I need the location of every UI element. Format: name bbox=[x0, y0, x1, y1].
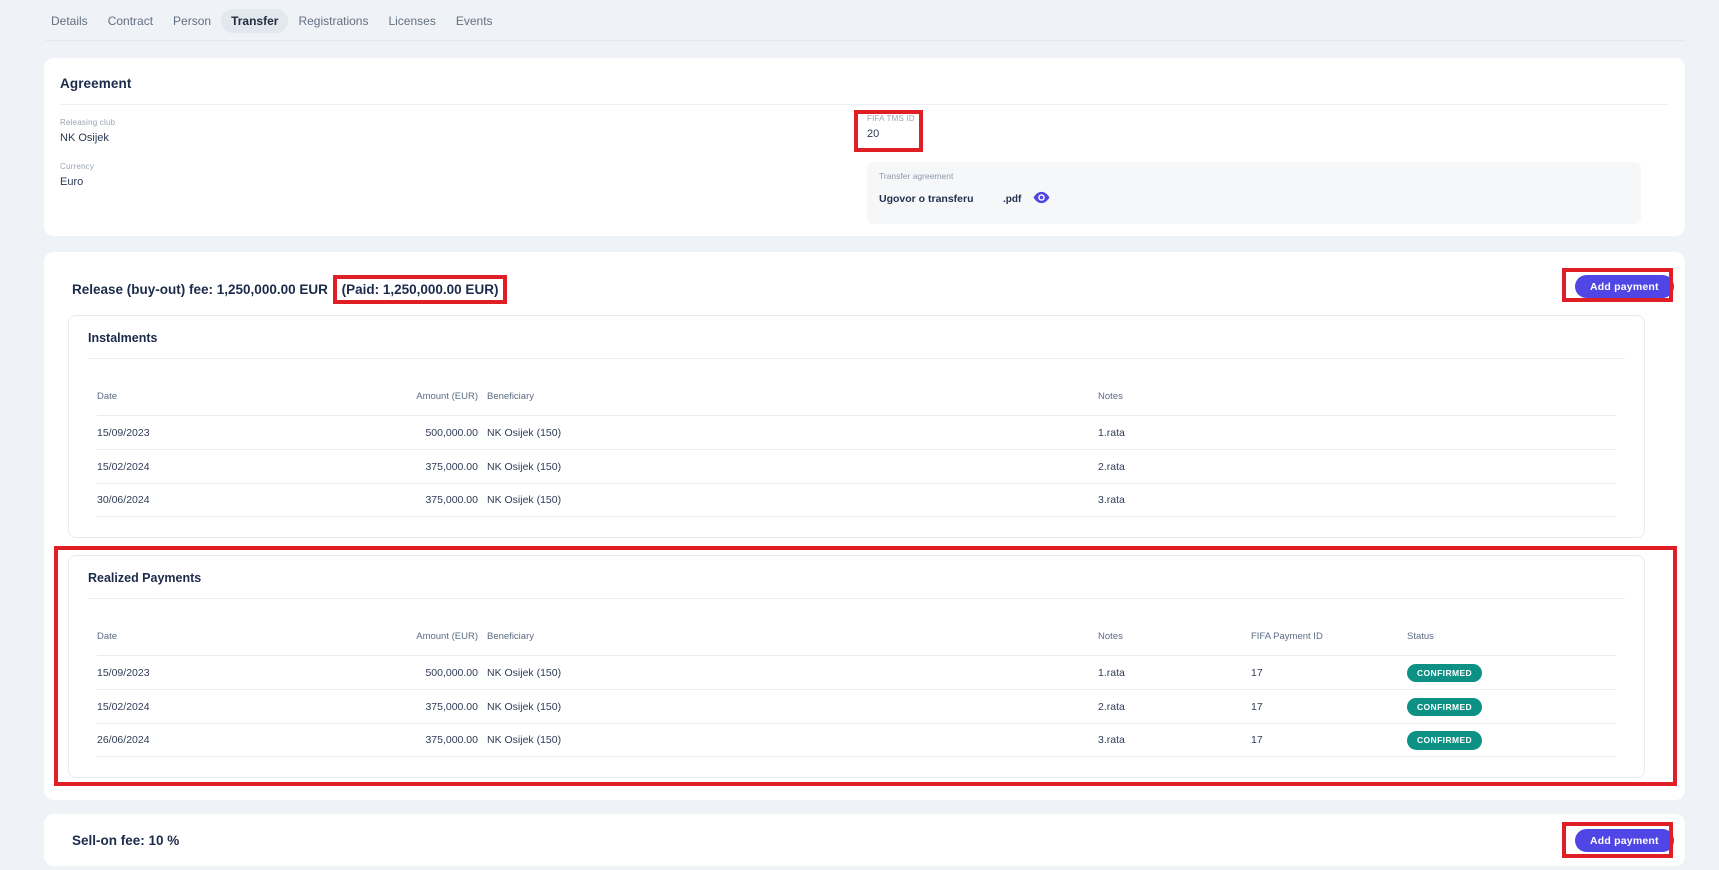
table-row: 15/02/2024 375,000.00 NK Osijek (150) 2.… bbox=[97, 689, 1616, 723]
sell-on-fee-card: Sell-on fee: 10 % Add payment bbox=[44, 814, 1685, 866]
instalments-header-row: Date Amount (EUR) Beneficiary Notes bbox=[97, 359, 1616, 415]
tab-bar: Details Contract Person Transfer Registr… bbox=[0, 0, 1719, 41]
cell-date: 26/06/2024 bbox=[97, 734, 381, 746]
add-payment-button-sellon[interactable]: Add payment bbox=[1575, 829, 1674, 852]
col-notes: Notes bbox=[1098, 631, 1251, 642]
releasing-club-field: Releasing club NK Osijek bbox=[60, 118, 115, 144]
currency-label: Currency bbox=[60, 162, 94, 171]
instalments-table: Date Amount (EUR) Beneficiary Notes 15/0… bbox=[97, 359, 1616, 517]
releasing-club-label: Releasing club bbox=[60, 118, 115, 127]
release-fee-paid: (Paid: 1,250,000.00 EUR) bbox=[333, 275, 508, 304]
col-beneficiary: Beneficiary bbox=[478, 631, 1098, 642]
release-fee-card: Release (buy-out) fee: 1,250,000.00 EUR … bbox=[44, 252, 1685, 800]
cell-fifa-payment-id: 17 bbox=[1251, 701, 1407, 713]
cell-date: 15/09/2023 bbox=[97, 667, 381, 679]
realized-header-row: Date Amount (EUR) Beneficiary Notes FIFA… bbox=[97, 599, 1616, 655]
fifa-tms-id-field: FIFA TMS ID 20 bbox=[867, 114, 915, 140]
status-badge: CONFIRMED bbox=[1407, 664, 1482, 683]
add-payment-bottom-wrap: Add payment bbox=[1575, 829, 1674, 852]
file-row: Ugovor o transferu .pdf bbox=[879, 191, 1629, 207]
cell-beneficiary: NK Osijek (150) bbox=[478, 461, 1098, 473]
table-row: 15/02/2024 375,000.00 NK Osijek (150) 2.… bbox=[97, 449, 1616, 483]
cell-amount: 375,000.00 bbox=[381, 734, 478, 746]
cell-beneficiary: NK Osijek (150) bbox=[478, 667, 1098, 679]
cell-beneficiary: NK Osijek (150) bbox=[478, 427, 1098, 439]
col-amount: Amount (EUR) bbox=[381, 391, 478, 402]
sell-on-fee-title: Sell-on fee: 10 % bbox=[72, 814, 179, 866]
tab-licenses[interactable]: Licenses bbox=[378, 9, 445, 33]
transfer-agreement-label: Transfer agreement bbox=[879, 171, 1629, 181]
cell-date: 30/06/2024 bbox=[97, 494, 381, 506]
fifa-tms-id-label: FIFA TMS ID bbox=[867, 114, 915, 123]
col-fifa-payment-id: FIFA Payment ID bbox=[1251, 631, 1407, 642]
col-date: Date bbox=[97, 391, 381, 402]
cell-amount: 500,000.00 bbox=[381, 667, 478, 679]
col-status: Status bbox=[1407, 631, 1616, 642]
tab-details[interactable]: Details bbox=[41, 9, 98, 33]
realized-payments-table: Date Amount (EUR) Beneficiary Notes FIFA… bbox=[97, 599, 1616, 757]
status-badge: CONFIRMED bbox=[1407, 698, 1482, 717]
cell-notes: 1.rata bbox=[1098, 427, 1616, 439]
tabbar-divider bbox=[45, 40, 1685, 41]
add-payment-button-release[interactable]: Add payment bbox=[1575, 275, 1674, 298]
cell-fifa-payment-id: 17 bbox=[1251, 667, 1407, 679]
add-payment-top-wrap: Add payment bbox=[1575, 275, 1674, 298]
file-extension: .pdf bbox=[1003, 194, 1021, 205]
currency-field: Currency Euro bbox=[60, 162, 94, 188]
table-row: 15/09/2023 500,000.00 NK Osijek (150) 1.… bbox=[97, 415, 1616, 449]
tab-contract[interactable]: Contract bbox=[98, 9, 163, 33]
releasing-club-value: NK Osijek bbox=[60, 132, 115, 144]
cell-notes: 1.rata bbox=[1098, 667, 1251, 679]
cell-amount: 375,000.00 bbox=[381, 701, 478, 713]
col-beneficiary: Beneficiary bbox=[478, 391, 1098, 402]
tab-transfer[interactable]: Transfer bbox=[221, 9, 288, 33]
eye-icon bbox=[1033, 190, 1050, 208]
col-date: Date bbox=[97, 631, 381, 642]
table-row: 15/09/2023 500,000.00 NK Osijek (150) 1.… bbox=[97, 655, 1616, 689]
transfer-agreement-panel: Transfer agreement Ugovor o transferu .p… bbox=[867, 162, 1641, 224]
cell-date: 15/02/2024 bbox=[97, 461, 381, 473]
currency-value: Euro bbox=[60, 176, 94, 188]
tab-person[interactable]: Person bbox=[163, 9, 221, 33]
table-row: 26/06/2024 375,000.00 NK Osijek (150) 3.… bbox=[97, 723, 1616, 757]
cell-fifa-payment-id: 17 bbox=[1251, 734, 1407, 746]
status-badge: CONFIRMED bbox=[1407, 731, 1482, 750]
cell-notes: 2.rata bbox=[1098, 701, 1251, 713]
cell-amount: 375,000.00 bbox=[381, 494, 478, 506]
tab-registrations[interactable]: Registrations bbox=[288, 9, 378, 33]
col-amount: Amount (EUR) bbox=[381, 631, 478, 642]
cell-notes: 2.rata bbox=[1098, 461, 1616, 473]
file-name: Ugovor o transferu bbox=[879, 193, 1003, 205]
agreement-title: Agreement bbox=[60, 76, 131, 91]
fifa-tms-id-value: 20 bbox=[867, 128, 915, 140]
table-row: 30/06/2024 375,000.00 NK Osijek (150) 3.… bbox=[97, 483, 1616, 517]
realized-payments-title: Realized Payments bbox=[88, 571, 1625, 585]
view-file-button[interactable] bbox=[1032, 191, 1050, 207]
cell-notes: 3.rata bbox=[1098, 734, 1251, 746]
col-notes: Notes bbox=[1098, 391, 1616, 402]
cell-date: 15/09/2023 bbox=[97, 427, 381, 439]
cell-date: 15/02/2024 bbox=[97, 701, 381, 713]
cell-amount: 500,000.00 bbox=[381, 427, 478, 439]
cell-beneficiary: NK Osijek (150) bbox=[478, 734, 1098, 746]
cell-notes: 3.rata bbox=[1098, 494, 1616, 506]
release-fee-title: Release (buy-out) fee: 1,250,000.00 EUR bbox=[72, 282, 332, 297]
realized-payments-card: Realized Payments Date Amount (EUR) Bene… bbox=[68, 555, 1645, 778]
agreement-card: Agreement Releasing club NK Osijek Curre… bbox=[44, 58, 1685, 236]
release-fee-header: Release (buy-out) fee: 1,250,000.00 EUR … bbox=[72, 272, 507, 306]
cell-amount: 375,000.00 bbox=[381, 461, 478, 473]
tab-events[interactable]: Events bbox=[446, 9, 503, 33]
cell-beneficiary: NK Osijek (150) bbox=[478, 494, 1098, 506]
agreement-divider bbox=[60, 104, 1669, 105]
cell-beneficiary: NK Osijek (150) bbox=[478, 701, 1098, 713]
instalments-card: Instalments Date Amount (EUR) Beneficiar… bbox=[68, 315, 1645, 538]
instalments-title: Instalments bbox=[88, 331, 1625, 345]
